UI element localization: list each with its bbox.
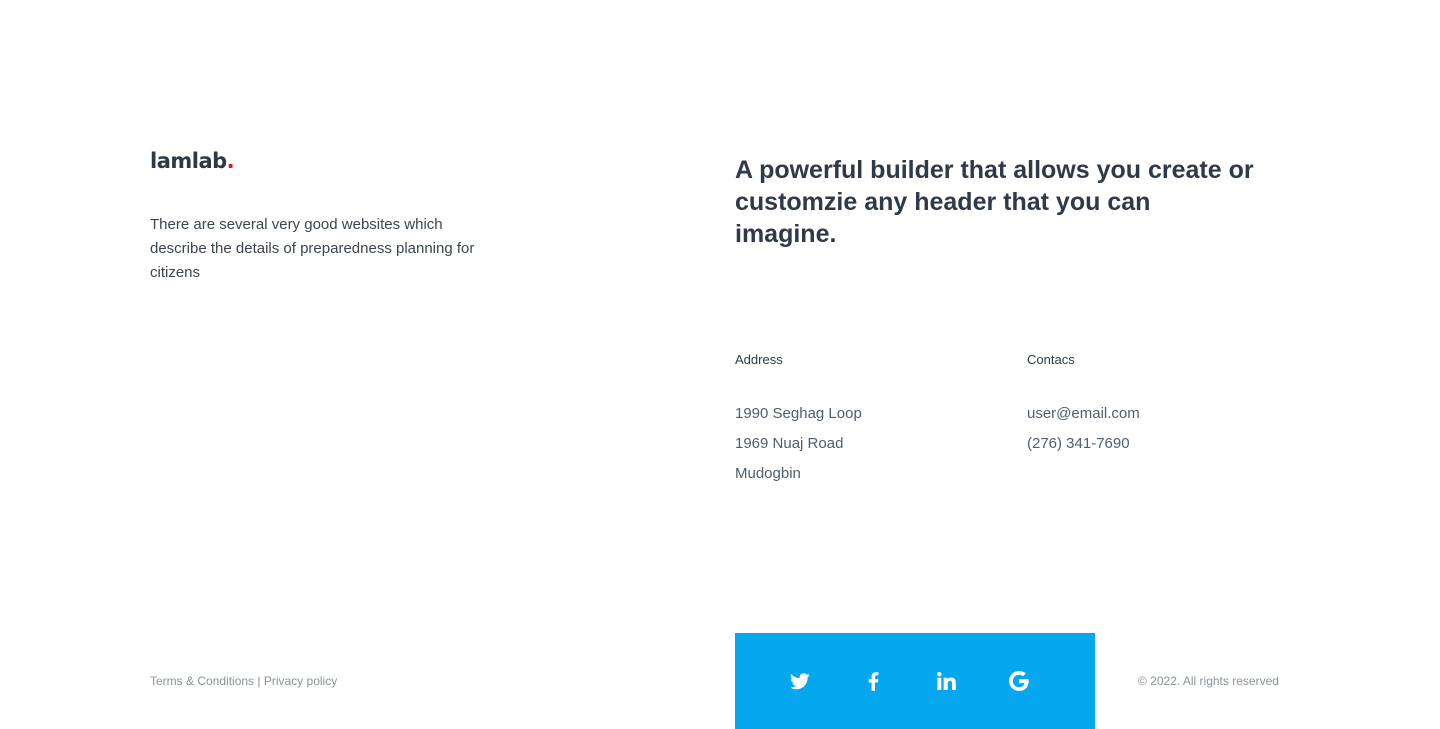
terms-link[interactable]: Terms & Conditions [150,674,254,688]
contacts-title: Contacs [1027,352,1075,367]
address-line: 1969 Nuaj Road [735,435,844,452]
linkedin-icon[interactable] [935,670,957,692]
legal-separator: | [254,674,264,688]
address-list: 1990 Seghag Loop 1969 Nuaj Road Mudogbin [735,399,862,489]
address-title: Address [735,352,783,367]
copyright-text: © 2022. All rights reserved [1138,674,1279,688]
phone-link[interactable]: (276) 341-7690 [1027,435,1130,452]
social-bar [735,633,1095,729]
address-line: Mudogbin [735,465,801,482]
contact-email-item: user@email.com [1027,399,1140,429]
google-icon[interactable] [1008,670,1030,692]
footer-headline: A powerful builder that allows you creat… [735,156,1254,248]
contact-phone-item: (276) 341-7690 [1027,429,1140,459]
brand-name: lamlab [150,149,227,173]
intro-text: There are several very good websites whi… [150,216,475,281]
email-link[interactable]: user@email.com [1027,405,1140,422]
facebook-icon[interactable] [862,670,884,692]
address-line: 1990 Seghag Loop [735,405,862,422]
privacy-link[interactable]: Privacy policy [264,674,337,688]
footer-page: lamlab. There are several very good webs… [0,0,1440,729]
contacts-list: user@email.com (276) 341-7690 [1027,399,1140,459]
brand-dot: . [226,149,235,173]
twitter-icon[interactable] [789,670,811,692]
legal-links: Terms & Conditions | Privacy policy [150,674,337,688]
brand-logo[interactable]: lamlab. [150,148,235,174]
